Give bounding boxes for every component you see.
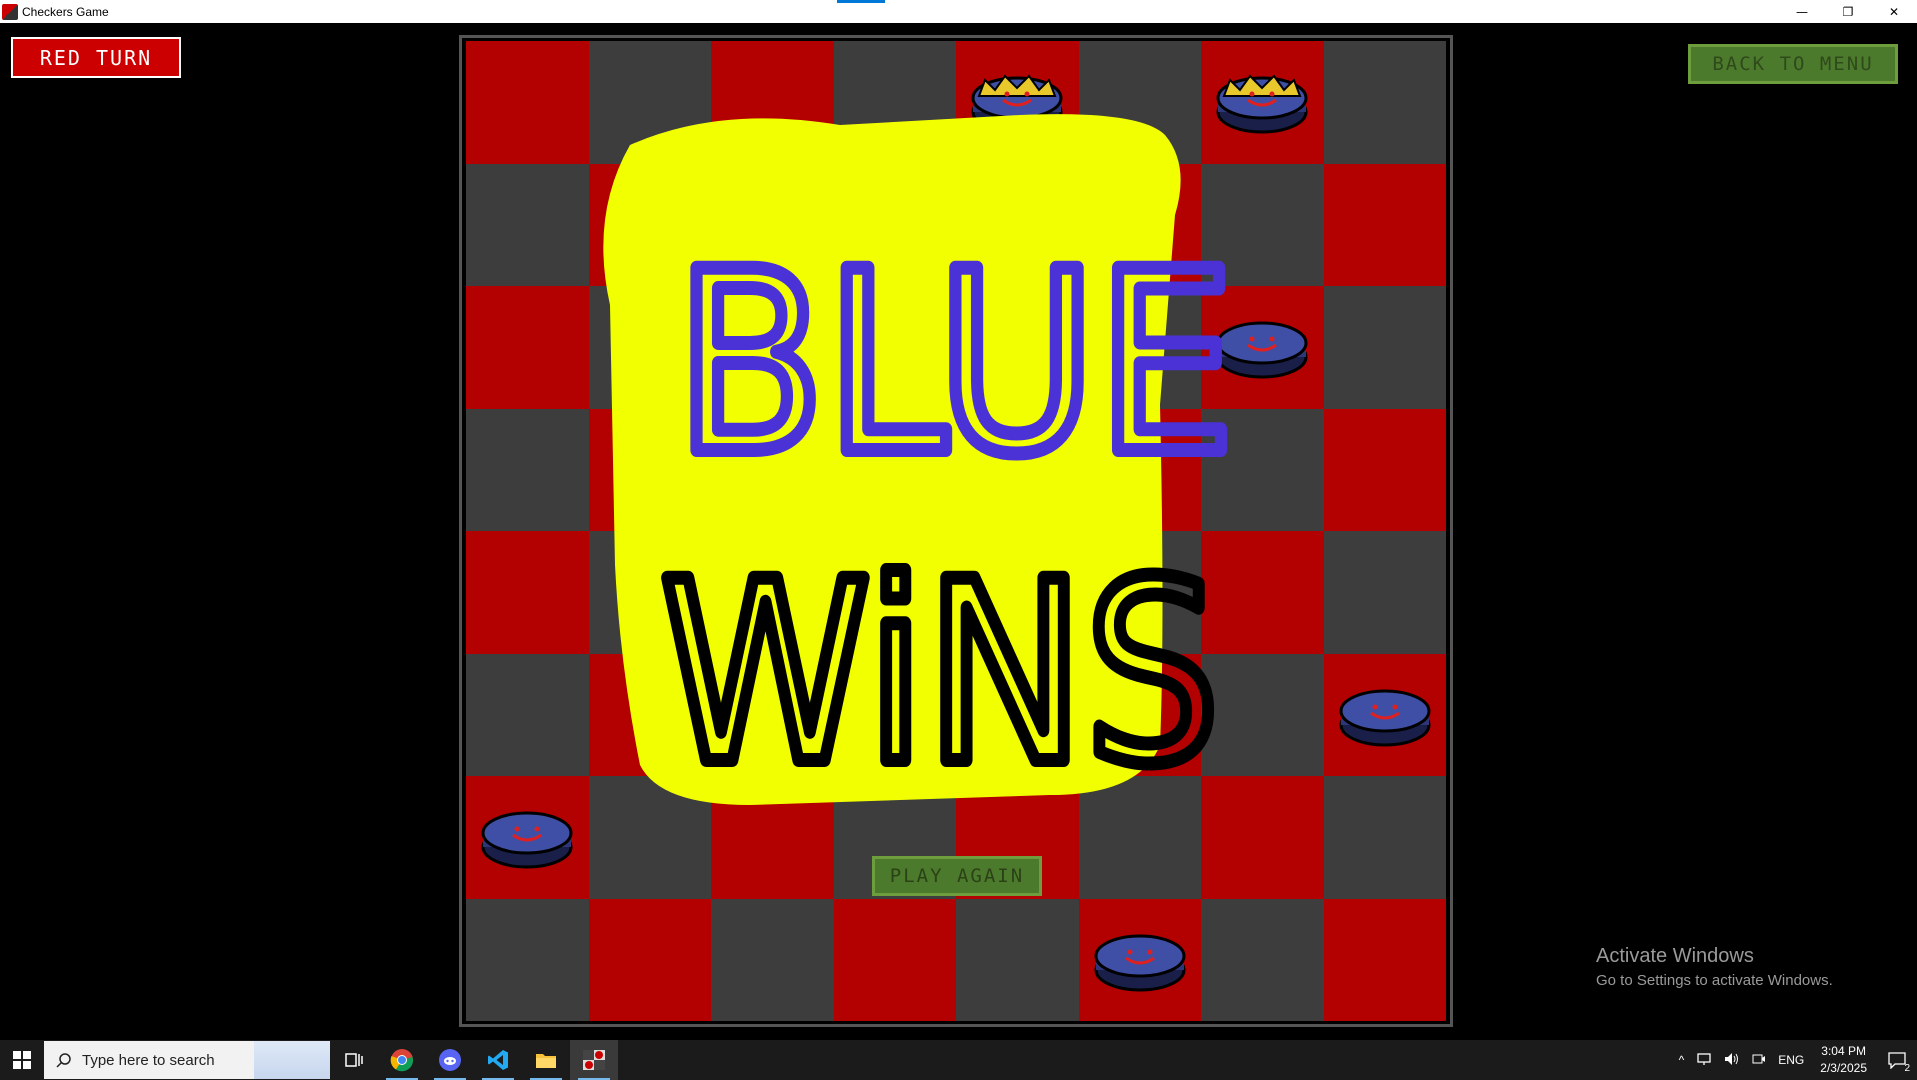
blue-piece[interactable]: [1339, 685, 1431, 749]
restore-button[interactable]: ❐: [1825, 0, 1871, 23]
vscode-icon[interactable]: [474, 1040, 522, 1080]
board-square[interactable]: [466, 653, 589, 776]
notification-center-button[interactable]: 2: [1877, 1040, 1917, 1080]
taskbar-search[interactable]: Type here to search: [44, 1041, 330, 1079]
chevron-up-icon[interactable]: ^: [1679, 1053, 1685, 1067]
window-controls: — ❐ ✕: [1779, 0, 1917, 23]
clock-date: 2/3/2025: [1820, 1061, 1867, 1075]
clock-time: 3:04 PM: [1821, 1044, 1866, 1058]
clock[interactable]: 3:04 PM 2/3/2025: [1820, 1043, 1867, 1077]
blue-piece[interactable]: [481, 807, 573, 871]
board-square[interactable]: [588, 898, 711, 1021]
search-highlight-image: [254, 1041, 330, 1079]
board-square[interactable]: [1323, 163, 1446, 286]
language-indicator[interactable]: ENG: [1778, 1053, 1804, 1067]
activate-title: Activate Windows: [1596, 945, 1754, 967]
activate-subtitle: Go to Settings to activate Windows.: [1596, 972, 1833, 989]
file-explorer-icon[interactable]: [522, 1040, 570, 1080]
close-button[interactable]: ✕: [1871, 0, 1917, 23]
search-icon: [56, 1053, 71, 1068]
play-again-button[interactable]: PLAY AGAIN: [872, 856, 1042, 896]
window-titlebar: Checkers Game — ❐ ✕: [0, 0, 1917, 23]
board-square[interactable]: [1201, 898, 1324, 1021]
banner-line1-text: BLUE: [675, 218, 1235, 509]
winner-banner: BLUE WiNS: [603, 114, 1242, 810]
board-square[interactable]: [466, 41, 589, 164]
activate-windows-watermark: Activate Windows Go to Settings to activ…: [1596, 945, 1833, 989]
board-square[interactable]: [1323, 408, 1446, 531]
meet-now-icon[interactable]: [1752, 1052, 1766, 1069]
window-title: Checkers Game: [22, 4, 109, 19]
board-square[interactable]: [466, 898, 589, 1021]
chrome-icon[interactable]: [378, 1040, 426, 1080]
checkers-taskbar-icon[interactable]: [570, 1040, 618, 1080]
titlebar-accent: [837, 0, 885, 3]
board-square[interactable]: [1323, 531, 1446, 654]
board-square[interactable]: [1323, 776, 1446, 899]
minimize-button[interactable]: —: [1779, 0, 1825, 23]
board-square[interactable]: [956, 898, 1079, 1021]
board-square[interactable]: [833, 898, 956, 1021]
task-view-icon[interactable]: [330, 1040, 378, 1080]
network-icon[interactable]: [1696, 1052, 1712, 1069]
start-button[interactable]: [0, 1040, 44, 1080]
board-square[interactable]: [466, 408, 589, 531]
system-tray: ^ ENG 3:04 PM 2/3/2025 2: [1673, 1040, 1917, 1080]
back-to-menu-button[interactable]: BACK TO MENU: [1688, 44, 1898, 84]
turn-indicator: RED TURN: [11, 37, 181, 78]
blue-piece[interactable]: [1094, 930, 1186, 994]
taskbar: Type here to search ^ ENG 3:04 PM 2/3/20…: [0, 1040, 1917, 1080]
board-square[interactable]: [1323, 898, 1446, 1021]
board-square[interactable]: [1323, 41, 1446, 164]
notification-count: 2: [1904, 1063, 1910, 1074]
board-square[interactable]: [466, 286, 589, 409]
board-square[interactable]: [711, 898, 834, 1021]
windows-logo-icon: [13, 1051, 31, 1069]
board-square[interactable]: [1323, 286, 1446, 409]
board-square[interactable]: [466, 163, 589, 286]
checkers-app-icon: [2, 3, 18, 20]
volume-icon[interactable]: [1724, 1052, 1740, 1069]
board-square[interactable]: [466, 531, 589, 654]
search-placeholder: Type here to search: [82, 1051, 215, 1069]
banner-line2-text: WiNS: [660, 528, 1220, 810]
discord-icon[interactable]: [426, 1040, 474, 1080]
